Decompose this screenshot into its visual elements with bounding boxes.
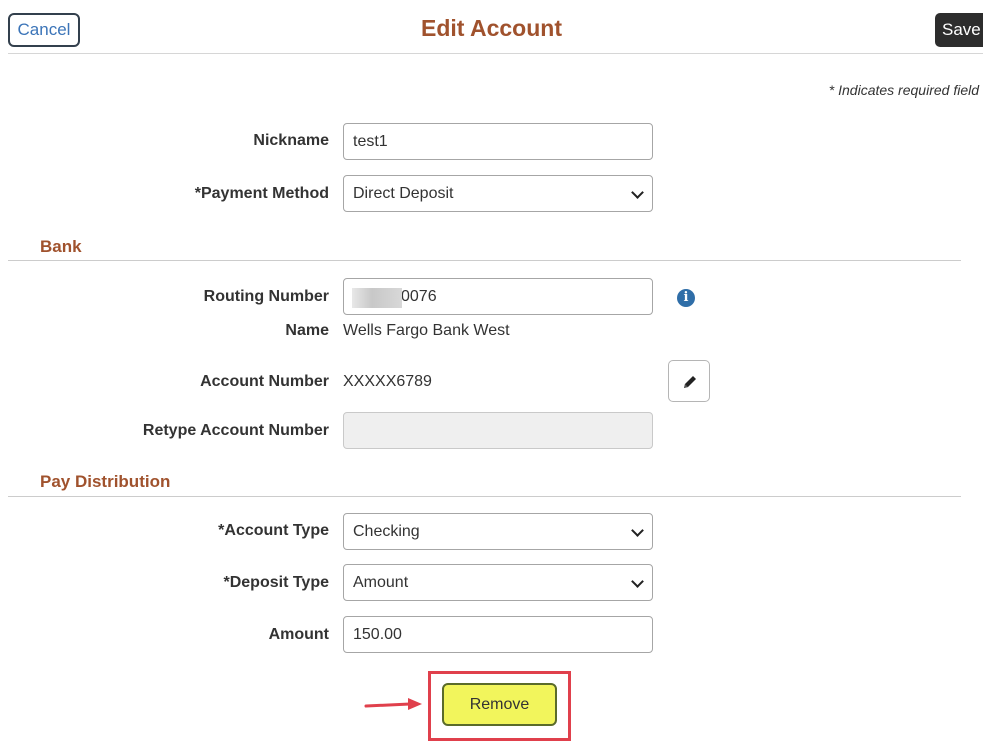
routing-number-label: Routing Number xyxy=(203,288,329,305)
red-arrow-annotation xyxy=(364,698,422,710)
header-divider xyxy=(8,53,983,54)
amount-label: Amount xyxy=(268,626,329,643)
account-type-select[interactable]: Checking xyxy=(343,513,653,550)
payment-method-select[interactable]: Direct Deposit xyxy=(343,175,653,212)
pencil-icon xyxy=(684,376,696,388)
payment-method-label: *Payment Method xyxy=(194,185,329,202)
required-field-note: * Indicates required field xyxy=(828,82,979,98)
bank-section-divider xyxy=(8,260,961,261)
bank-name-value: Wells Fargo Bank West xyxy=(343,322,510,339)
retype-account-number-input[interactable] xyxy=(343,412,653,449)
remove-button[interactable]: Remove xyxy=(442,683,557,726)
account-type-label: *Account Type xyxy=(218,522,329,539)
deposit-type-label: *Deposit Type xyxy=(223,574,330,591)
page-title: Edit Account xyxy=(421,15,562,41)
account-number-label: Account Number xyxy=(200,373,329,390)
info-icon[interactable]: i xyxy=(677,289,695,307)
bank-section-title: Bank xyxy=(40,237,82,256)
routing-number-redaction xyxy=(352,288,402,308)
bank-name-label: Name xyxy=(285,322,329,339)
save-button[interactable]: Save xyxy=(935,13,983,47)
nickname-label: Nickname xyxy=(253,132,329,149)
pay-distribution-section-title: Pay Distribution xyxy=(40,472,171,491)
amount-input[interactable]: 150.00 xyxy=(343,616,653,653)
edit-account-number-button[interactable] xyxy=(668,360,710,402)
retype-account-number-label: Retype Account Number xyxy=(142,422,329,439)
deposit-type-select[interactable]: Amount xyxy=(343,564,653,601)
pay-distribution-divider xyxy=(8,496,961,497)
nickname-input[interactable]: test1 xyxy=(343,123,653,160)
account-number-value: XXXXX6789 xyxy=(343,373,432,390)
